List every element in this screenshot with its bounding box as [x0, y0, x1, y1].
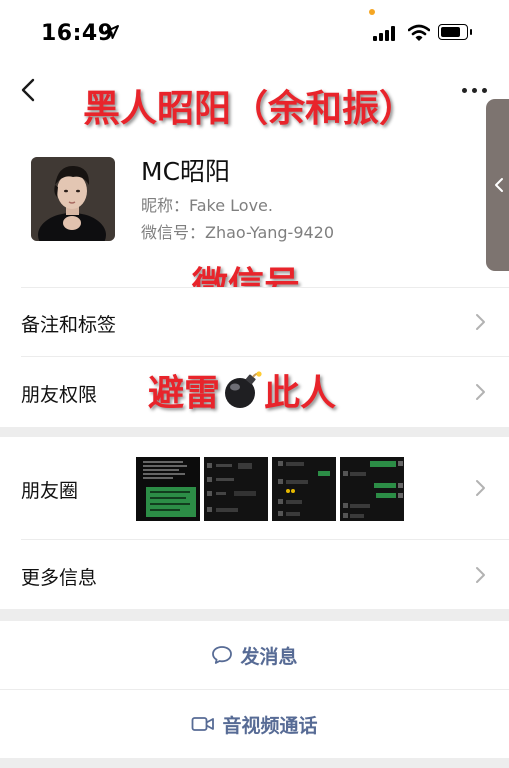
- floating-side-tab[interactable]: [486, 99, 509, 271]
- moments-thumbnail[interactable]: [136, 457, 200, 521]
- battery-icon: [438, 24, 472, 40]
- section-gap: [0, 427, 509, 437]
- moments-thumbnails[interactable]: [136, 457, 406, 521]
- overlay-warning-left: 避雷: [147, 372, 221, 415]
- overlay-warning-right: 此人: [263, 372, 337, 415]
- chevron-right-icon: [476, 314, 485, 330]
- more-info-label: 更多信息: [21, 567, 98, 589]
- chevron-right-icon: [476, 567, 485, 583]
- more-ellipsis-icon[interactable]: [460, 80, 490, 100]
- moments-thumbnail[interactable]: [340, 457, 404, 521]
- chevron-right-icon: [476, 384, 485, 400]
- overlay-title: 黑人昭阳（余和振）: [82, 86, 417, 131]
- profile-name: MC昭阳: [141, 157, 231, 186]
- status-bar: 16:49: [0, 0, 509, 62]
- back-chevron-icon[interactable]: [16, 76, 46, 106]
- profile-nickname: 昵称：Fake Love.: [141, 196, 273, 215]
- overlay-warning: 避雷 此人: [147, 364, 337, 416]
- wifi-icon: [408, 24, 430, 41]
- status-time: 16:49: [41, 21, 114, 46]
- video-camera-icon: [192, 717, 215, 731]
- chevron-left-icon: [495, 178, 503, 192]
- moments-thumbnail[interactable]: [204, 457, 268, 521]
- section-gap: [0, 609, 509, 621]
- moments-thumbnail[interactable]: [272, 457, 336, 521]
- send-message-label: 发消息: [240, 645, 298, 668]
- section-gap: [0, 758, 509, 768]
- more-info-row[interactable]: 更多信息: [0, 540, 509, 609]
- avatar[interactable]: [31, 157, 115, 241]
- location-arrow-icon: [105, 25, 119, 39]
- av-call-label: 音视频通话: [222, 714, 318, 737]
- moments-label: 朋友圈: [21, 480, 79, 502]
- remarks-tags-row[interactable]: 备注和标签: [0, 288, 509, 356]
- cellular-signal-icon: [373, 25, 397, 41]
- remarks-tags-label: 备注和标签: [21, 314, 117, 336]
- friend-permissions-label: 朋友权限: [21, 384, 98, 406]
- privacy-indicator-dot: [369, 9, 375, 15]
- bomb-emoji-icon: [222, 370, 262, 410]
- av-call-button[interactable]: 音视频通话: [0, 690, 509, 758]
- send-message-button[interactable]: 发消息: [0, 621, 509, 689]
- chat-bubble-icon: [212, 646, 233, 664]
- chevron-right-icon: [476, 480, 485, 496]
- profile-wechat-id: 微信号：Zhao-Yang-9420: [141, 223, 335, 242]
